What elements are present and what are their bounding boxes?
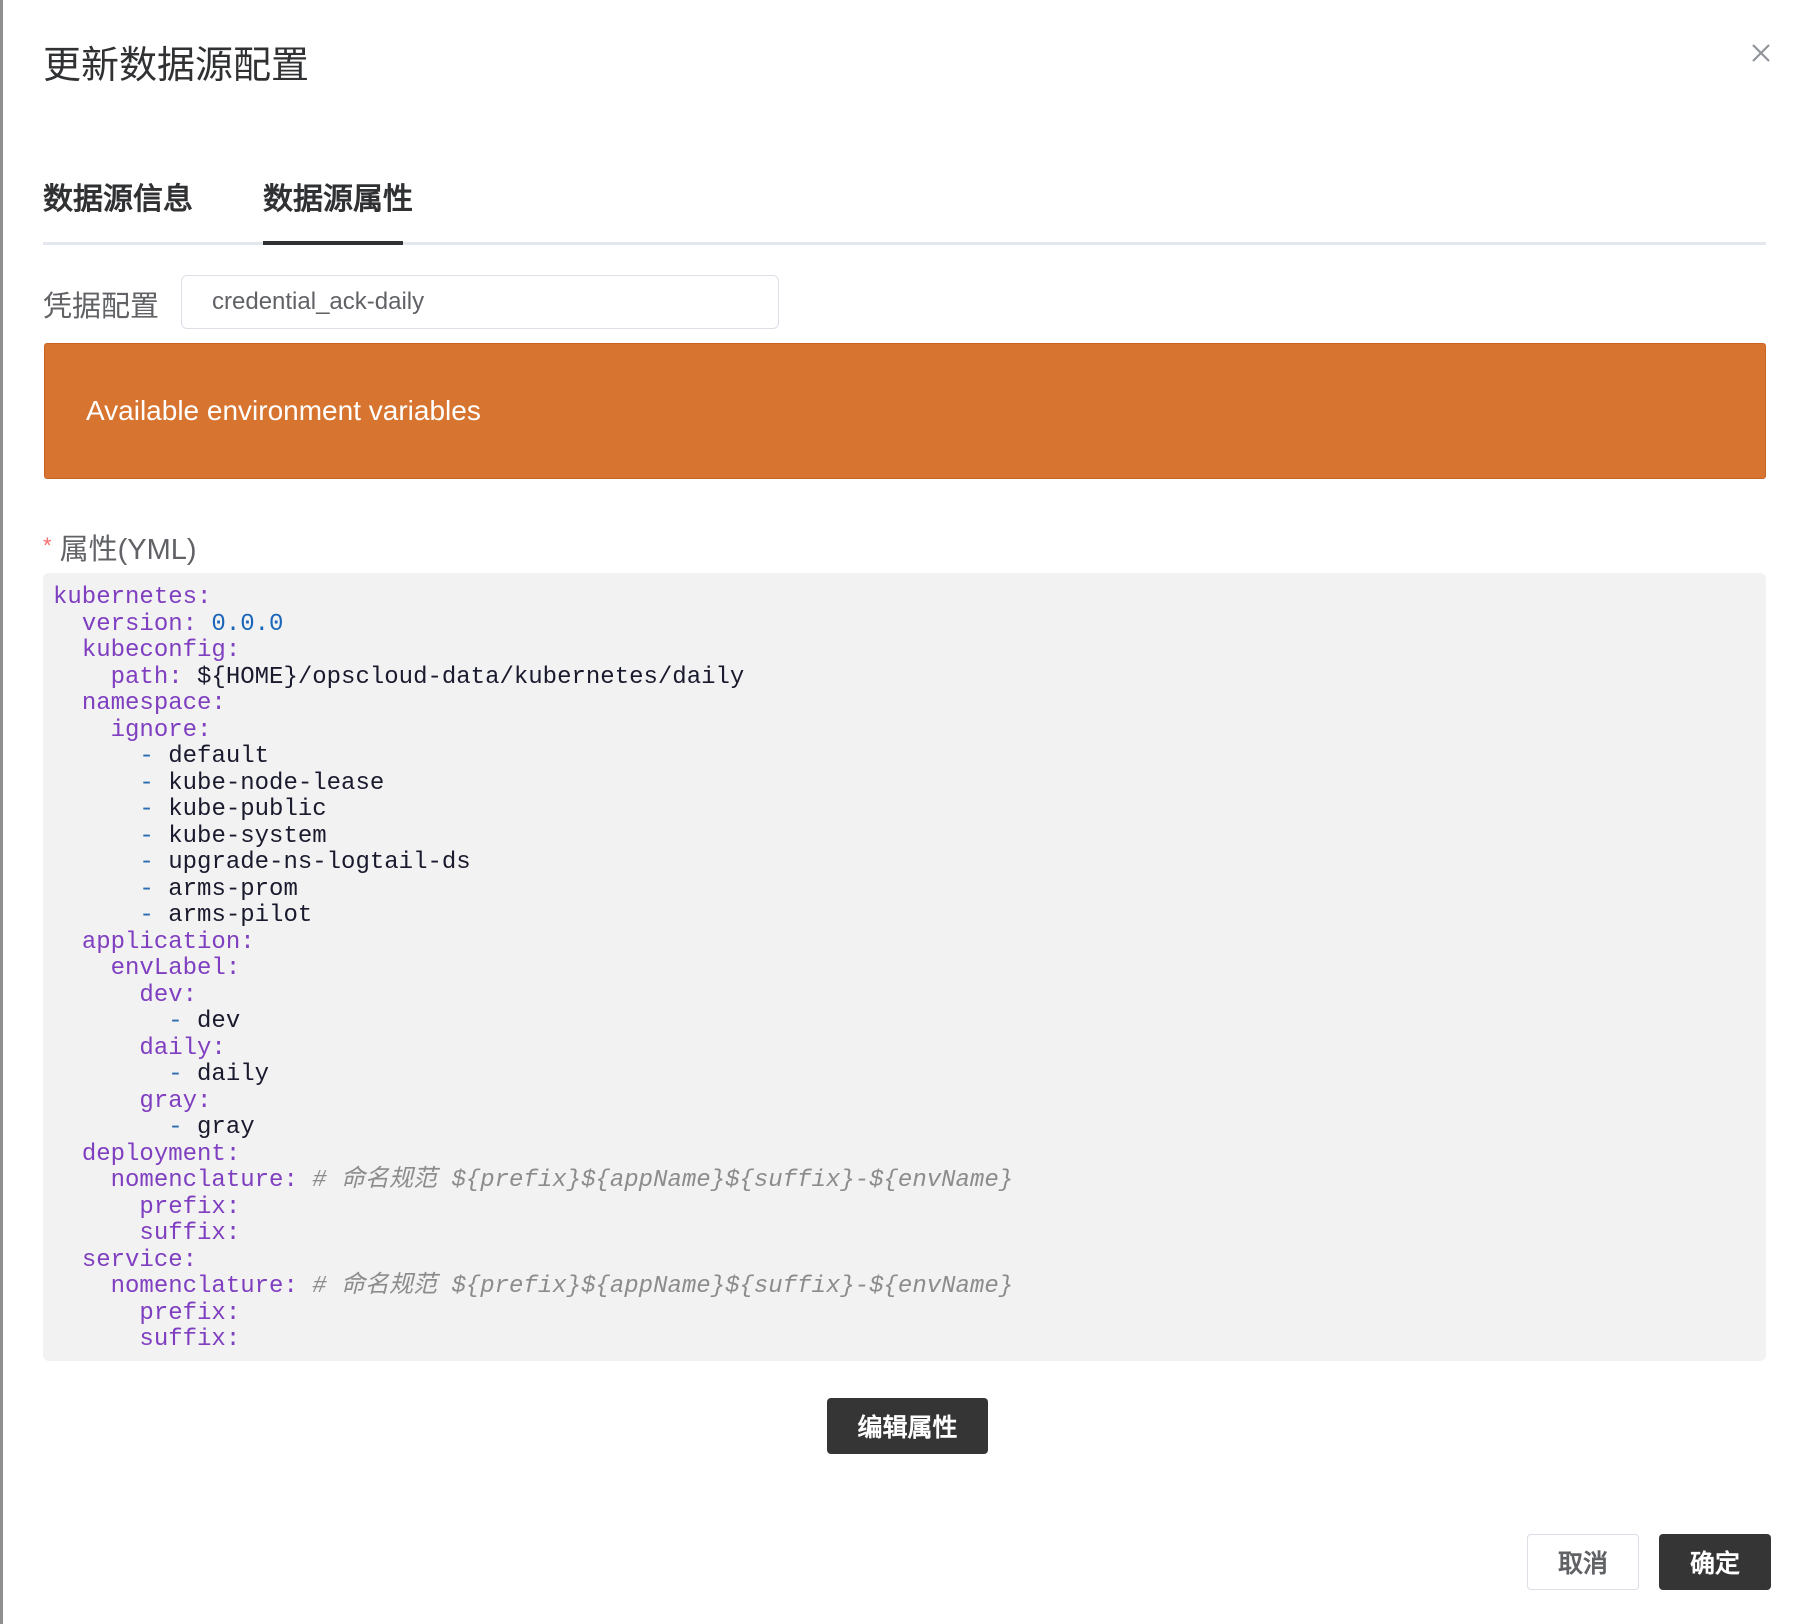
code-line: - upgrade-ns-logtail-ds bbox=[139, 849, 471, 876]
code-line: envLabel: bbox=[110, 955, 241, 982]
code-line: suffix: bbox=[139, 1326, 241, 1353]
confirm-button[interactable]: 确定 bbox=[1659, 1534, 1771, 1590]
tab-bar: 数据源信息 数据源属性 bbox=[43, 178, 1766, 245]
code-line: - dev bbox=[168, 1008, 241, 1035]
code-line: nomenclature: # 命名规范 ${prefix}${appName}… bbox=[110, 1167, 1014, 1194]
code-line: service: bbox=[81, 1246, 198, 1274]
code-line: - arms-pilot bbox=[139, 902, 313, 929]
env-banner-text: Available environment variables bbox=[86, 395, 481, 426]
code-line: prefix: bbox=[139, 1299, 241, 1327]
code-line: path: ${HOME}/opscloud-data/kubernetes/d… bbox=[110, 663, 745, 691]
code-line: - gray bbox=[168, 1114, 255, 1141]
code-line: application: bbox=[81, 928, 255, 956]
code-line: dev: bbox=[139, 981, 198, 1009]
code-line: ignore: bbox=[110, 716, 212, 744]
code-line: - default bbox=[139, 743, 270, 770]
code-line: - kube-node-lease bbox=[139, 769, 385, 797]
properties-label-text: 属性(YML) bbox=[59, 534, 197, 566]
yaml-code-editor[interactable]: kubernetes: version: 0.0.0 kubeconfig: p… bbox=[43, 573, 1766, 1361]
env-variables-banner[interactable]: Available environment variables bbox=[44, 343, 1766, 479]
code-line: - kube-system bbox=[139, 822, 327, 850]
dialog-title: 更新数据源配置 bbox=[43, 45, 310, 87]
properties-label: * 属性(YML) bbox=[43, 526, 197, 568]
cancel-button[interactable]: 取消 bbox=[1527, 1534, 1639, 1590]
credential-label: 凭据配置 bbox=[43, 291, 160, 323]
tab-datasource-info[interactable]: 数据源信息 bbox=[43, 178, 193, 242]
credential-input[interactable] bbox=[181, 275, 779, 329]
code-line: suffix: bbox=[139, 1220, 241, 1247]
update-datasource-dialog: 更新数据源配置 数据源信息 数据源属性 凭据配置 Available envir… bbox=[3, 0, 1802, 1624]
code-line: - kube-public bbox=[139, 796, 327, 823]
tab-datasource-properties[interactable]: 数据源属性 bbox=[263, 178, 413, 242]
code-line: prefix: bbox=[139, 1193, 241, 1221]
code-line: deployment: bbox=[81, 1140, 241, 1168]
code-line: kubeconfig: bbox=[81, 637, 241, 664]
code-line: version: 0.0.0 bbox=[81, 610, 284, 638]
code-line: gray: bbox=[139, 1087, 212, 1115]
edit-properties-button[interactable]: 编辑属性 bbox=[827, 1398, 988, 1454]
code-line: daily: bbox=[139, 1034, 226, 1062]
code-line: - arms-prom bbox=[139, 875, 298, 903]
credential-row: 凭据配置 bbox=[43, 275, 843, 331]
code-line: - daily bbox=[168, 1061, 270, 1088]
active-tab-indicator bbox=[263, 241, 403, 245]
code-line: nomenclature: # 命名规范 ${prefix}${appName}… bbox=[110, 1273, 1014, 1300]
required-mark: * bbox=[43, 533, 52, 558]
close-icon[interactable] bbox=[1746, 38, 1776, 68]
code-line: kubernetes: bbox=[53, 584, 212, 611]
code-line: namespace: bbox=[81, 690, 226, 717]
